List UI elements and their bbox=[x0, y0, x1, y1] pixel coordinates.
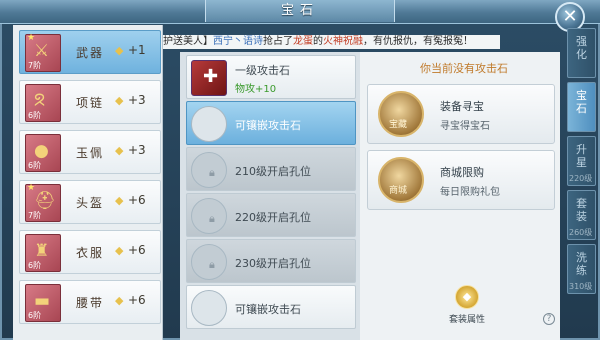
equip-bonus: +6 bbox=[128, 193, 146, 207]
equip-item-jade[interactable]: ● 6阶 玉佩 ◆ +3 bbox=[19, 130, 161, 174]
window-title: 宝石 bbox=[205, 0, 395, 22]
help-icon[interactable]: ? bbox=[543, 313, 555, 325]
equip-name: 武器 bbox=[76, 46, 105, 60]
gem-icon: ◆ bbox=[115, 94, 124, 107]
set-attributes-label: 套装属性 bbox=[448, 315, 485, 325]
equip-item-helmet[interactable]: ★ ⛑ 7阶 头盔 ◆ +6 bbox=[19, 180, 161, 224]
gem-slot-3[interactable]: 🔒︎ 210级开启孔位 bbox=[186, 147, 356, 191]
necklace-icon: ᘝ 6阶 bbox=[25, 84, 61, 122]
lock-icon: 🔒︎ bbox=[209, 212, 215, 225]
banner-player: 西宁丶语诗 bbox=[213, 36, 263, 47]
banner-text-3: ，有仇报仇，有冤报冤！ bbox=[363, 36, 473, 47]
slot-label: 230级开启孔位 bbox=[235, 257, 311, 270]
tab-star-up[interactable]: 升星 220级 bbox=[567, 136, 596, 186]
announcement-banner: 【护送美人】西宁丶语诗抢占了龙蛋的火神祝融，有仇报仇，有冤报冤！ bbox=[150, 35, 500, 49]
equip-bonus: +3 bbox=[128, 143, 146, 157]
empty-slot-icon bbox=[191, 290, 227, 326]
gem-slot-1[interactable]: ✚ 一级攻击石 物攻+10 bbox=[186, 55, 356, 99]
equip-name: 玉佩 bbox=[76, 146, 105, 160]
equip-bonus: +6 bbox=[128, 243, 146, 257]
treasure-emblem-icon: 宝藏 bbox=[378, 91, 424, 137]
gem-icon: ◆ bbox=[115, 144, 124, 157]
lock-icon: 🔒︎ bbox=[209, 258, 215, 271]
tab-gem[interactable]: 宝石 bbox=[567, 82, 596, 132]
source-title: 装备寻宝 bbox=[440, 100, 484, 113]
gem-icon: ◆ bbox=[115, 294, 124, 307]
equip-name: 衣服 bbox=[76, 246, 105, 260]
tab-refine[interactable]: 洗练 310级 bbox=[567, 244, 596, 294]
equip-name: 头盔 bbox=[76, 196, 105, 210]
equip-item-armor[interactable]: ♜ 6阶 衣服 ◆ +6 bbox=[19, 230, 161, 274]
equip-name: 项链 bbox=[76, 96, 105, 110]
slot-label: 210级开启孔位 bbox=[235, 165, 311, 178]
banner-target: 龙蛋 bbox=[293, 36, 313, 47]
gem-slot-5[interactable]: 🔒︎ 230级开启孔位 bbox=[186, 239, 356, 283]
source-title: 商城限购 bbox=[440, 166, 484, 179]
gem-icon: ◆ bbox=[115, 194, 124, 207]
mall-emblem-icon: 商城 bbox=[378, 157, 424, 203]
treasure-hunt-card[interactable]: 宝藏 装备寻宝 寻宝得宝石 bbox=[367, 84, 555, 144]
banner-text-2: 的 bbox=[313, 36, 323, 47]
slot-label: 220级开启孔位 bbox=[235, 211, 311, 224]
source-desc: 每日限购礼包 bbox=[440, 187, 500, 198]
diamond-icon: ◆ bbox=[455, 285, 479, 309]
side-tab-bar: 强化 宝石 升星 220级 套装 260级 洗练 310级 bbox=[567, 28, 596, 338]
banner-blessing: 火神祝融 bbox=[323, 36, 363, 47]
mall-limited-card[interactable]: 商城 商城限购 每日限购礼包 bbox=[367, 150, 555, 210]
equip-item-belt[interactable]: ▬ 6阶 腰带 ◆ +6 bbox=[19, 280, 161, 324]
attack-gem-icon: ✚ bbox=[191, 60, 227, 96]
tab-set[interactable]: 套装 260级 bbox=[567, 190, 596, 240]
jade-icon: ● 6阶 bbox=[25, 134, 61, 172]
equip-item-weapon[interactable]: ★ ⚔ 7阶 武器 ◆ +1 bbox=[19, 30, 161, 74]
gem-icon: ◆ bbox=[115, 244, 124, 257]
equip-bonus: +3 bbox=[128, 93, 146, 107]
lock-icon: 🔒︎ bbox=[209, 166, 215, 179]
set-attributes-button[interactable]: ◆ 套装属性 bbox=[447, 285, 487, 325]
sword-icon: ★ ⚔ 7阶 bbox=[25, 33, 61, 72]
tab-enhance[interactable]: 强化 bbox=[567, 28, 596, 78]
equip-bonus: +1 bbox=[128, 43, 146, 57]
gem-slot-list: ✚ 一级攻击石 物攻+10 可镶嵌攻击石 🔒︎ 210级开启孔位 🔒︎ 220级… bbox=[180, 52, 360, 340]
gem-icon: ◆ bbox=[115, 44, 124, 57]
empty-slot-icon bbox=[191, 106, 227, 142]
slot-stat: 物攻+10 bbox=[235, 84, 277, 95]
belt-icon: ▬ 6阶 bbox=[25, 284, 61, 322]
equip-bonus: +6 bbox=[128, 293, 146, 307]
slot-label: 可镶嵌攻击石 bbox=[235, 119, 301, 132]
banner-text-1: 抢占了 bbox=[263, 36, 293, 47]
helmet-icon: ★ ⛑ 7阶 bbox=[25, 183, 61, 222]
gem-slot-6[interactable]: 可镶嵌攻击石 bbox=[186, 285, 356, 329]
armor-icon: ♜ 6阶 bbox=[25, 234, 61, 272]
slot-label: 可镶嵌攻击石 bbox=[235, 303, 301, 316]
equipment-list: ★ ⚔ 7阶 武器 ◆ +1 ᘝ 6阶 项链 ◆ +3 ● 6阶 玉佩 ◆ +3 ★ ⛑ 7… bbox=[13, 25, 163, 340]
gem-slot-4[interactable]: 🔒︎ 220级开启孔位 bbox=[186, 193, 356, 237]
gem-slot-2[interactable]: 可镶嵌攻击石 bbox=[186, 101, 356, 145]
equip-name: 腰带 bbox=[76, 296, 105, 310]
slot-label: 一级攻击石 bbox=[235, 64, 290, 77]
equip-item-necklace[interactable]: ᘝ 6阶 项链 ◆ +3 bbox=[19, 80, 161, 124]
no-gem-hint: 你当前没有攻击石 bbox=[420, 62, 508, 75]
source-desc: 寻宝得宝石 bbox=[440, 121, 490, 132]
